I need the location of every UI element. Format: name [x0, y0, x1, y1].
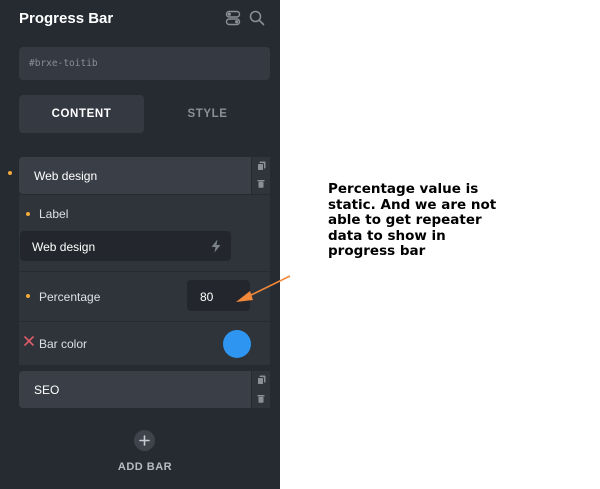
annotation-note: Percentage value is static. And we are n… — [328, 181, 528, 260]
annotation-line: able to get repeater — [328, 212, 482, 228]
annotation-line: Percentage value is — [328, 181, 479, 197]
annotation-line: progress bar — [328, 243, 426, 259]
annotation-line: static. And we are not — [328, 196, 497, 213]
annotation-line: data to show in — [328, 227, 446, 244]
